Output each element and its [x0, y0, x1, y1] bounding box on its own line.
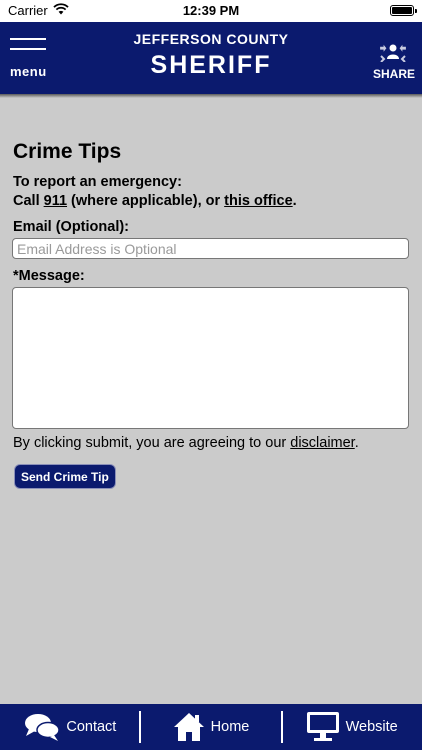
share-label: SHARE [373, 67, 416, 81]
nav-website[interactable]: Website [281, 704, 422, 750]
header-subtitle: JEFFERSON COUNTY [133, 31, 289, 47]
header-shadow [0, 94, 422, 98]
where-applicable-text: (where applicable), or [67, 193, 225, 209]
emergency-instructions: To report an emergency: [13, 174, 182, 190]
monitor-icon [306, 711, 340, 743]
app-header: menu JEFFERSON COUNTY SHERIFF SHARE [0, 22, 422, 94]
status-time: 12:39 PM [182, 3, 240, 18]
share-icon [378, 44, 408, 66]
status-bar: Carrier 12:39 PM [0, 0, 422, 22]
header-title: SHERIFF [150, 51, 272, 79]
hamburger-icon-bar [10, 48, 46, 50]
email-field[interactable] [12, 238, 409, 259]
battery-icon [390, 5, 417, 16]
nav-home[interactable]: Home [141, 704, 282, 750]
disclaimer-period: . [354, 435, 359, 451]
911-link[interactable]: 911 [44, 193, 67, 209]
send-crime-tip-button[interactable]: Send Crime Tip [14, 464, 116, 489]
disclaimer-text: By clicking submit, you are agreeing to … [13, 435, 291, 451]
period-text: . [292, 193, 297, 209]
message-label: *Message: [13, 268, 85, 284]
share-button[interactable]: SHARE [373, 42, 416, 81]
email-label: Email (Optional): [13, 219, 129, 235]
bottom-nav: Contact Home Website [0, 704, 422, 750]
nav-home-label: Home [210, 719, 250, 735]
emergency-call-line: Call 911 (where applicable), or this off… [13, 193, 297, 209]
this-office-link[interactable]: this office [224, 193, 292, 209]
page-title: Crime Tips [13, 140, 122, 163]
message-field[interactable] [12, 287, 409, 429]
call-text: Call [13, 193, 44, 209]
disclaimer-link[interactable]: disclaimer [290, 435, 354, 451]
nav-contact-label: Contact [66, 719, 117, 735]
nav-contact[interactable]: Contact [0, 704, 141, 750]
chat-bubbles-icon [24, 712, 61, 742]
nav-website-label: Website [345, 719, 398, 735]
disclaimer-notice: By clicking submit, you are agreeing to … [13, 435, 359, 451]
home-icon [173, 712, 205, 742]
